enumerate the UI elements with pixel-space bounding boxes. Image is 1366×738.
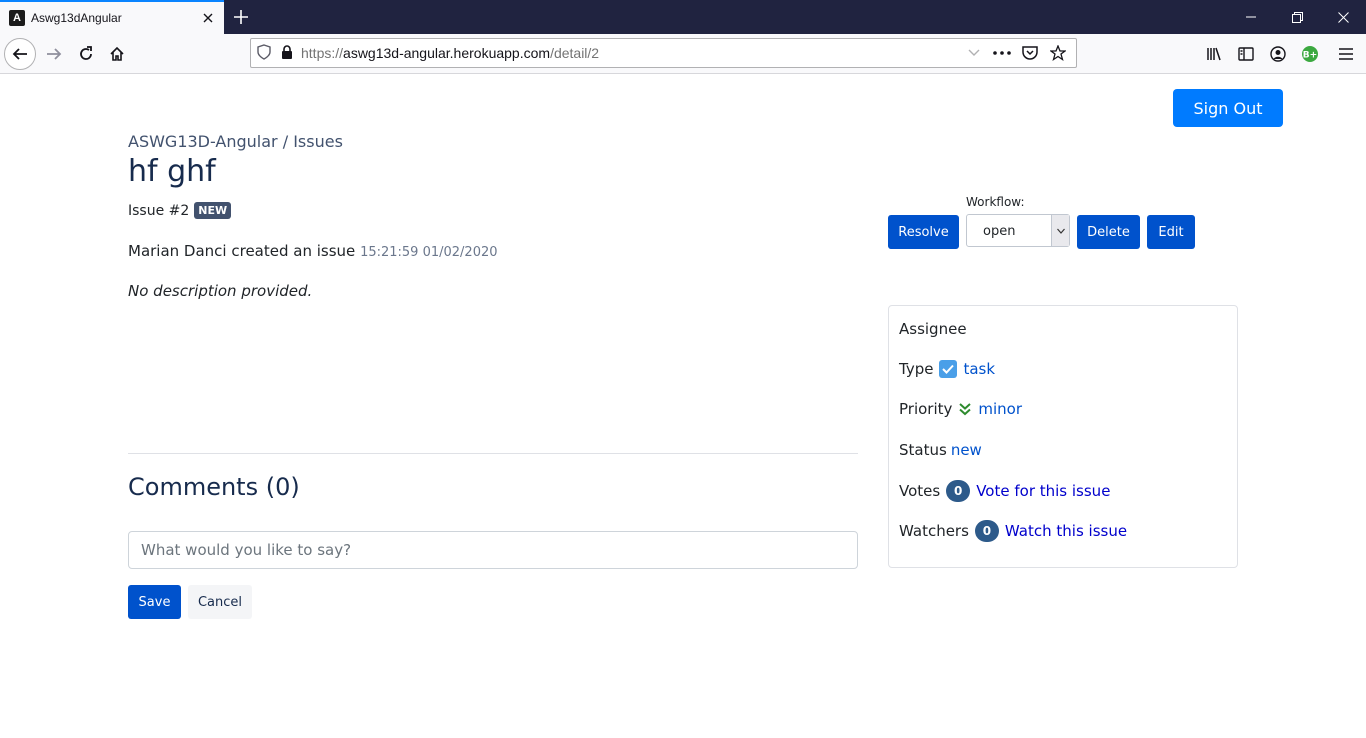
priority-link[interactable]: minor xyxy=(978,400,1022,418)
tab-title: Aswg13dAngular xyxy=(31,11,122,25)
created-by: Marian Danci created an issue xyxy=(128,242,356,260)
status-badge: NEW xyxy=(194,202,232,219)
assignee-label: Assignee xyxy=(899,320,967,338)
edit-button[interactable]: Edit xyxy=(1147,215,1195,249)
votes-label: Votes xyxy=(899,482,941,500)
priority-label: Priority xyxy=(899,400,953,418)
vote-link[interactable]: Vote for this issue xyxy=(976,482,1110,500)
watchers-count-badge: 0 xyxy=(974,520,999,542)
comments-title: Comments (0) xyxy=(128,473,300,501)
issue-details-panel: Assignee Type task Priority minor Status… xyxy=(888,305,1238,568)
issue-number-label: Issue #2 xyxy=(128,202,190,219)
account-icon[interactable] xyxy=(1262,38,1294,70)
restore-icon[interactable] xyxy=(1274,0,1320,34)
star-icon[interactable] xyxy=(1044,39,1072,67)
cancel-button[interactable]: Cancel xyxy=(188,585,252,619)
created-info: Marian Danci created an issue 15:21:59 0… xyxy=(128,242,498,260)
minimize-icon[interactable] xyxy=(1228,0,1274,34)
back-icon[interactable] xyxy=(4,38,36,70)
lock-icon[interactable] xyxy=(281,44,293,62)
workflow-select-value: open xyxy=(983,224,1016,239)
chevron-down-icon[interactable] xyxy=(960,39,988,67)
angular-favicon-icon: A xyxy=(9,10,25,26)
votes-row: Votes 0 Vote for this issue xyxy=(899,480,1110,502)
delete-button[interactable]: Delete xyxy=(1077,215,1140,249)
watchers-row: Watchers 0 Watch this issue xyxy=(899,520,1127,542)
close-tab-icon[interactable] xyxy=(198,8,218,28)
status-row: Status new xyxy=(899,441,982,459)
divider xyxy=(128,453,858,454)
type-link[interactable]: task xyxy=(963,360,995,378)
extension-icon[interactable]: B+ xyxy=(1294,38,1326,70)
sign-out-button[interactable]: Sign Out xyxy=(1173,89,1283,127)
issue-description: No description provided. xyxy=(128,282,313,300)
workflow-label: Workflow: xyxy=(966,195,1025,209)
close-window-icon[interactable] xyxy=(1320,0,1366,34)
page-title: hf ghf xyxy=(128,154,216,189)
url-text[interactable]: https://aswg13d-angular.herokuapp.com/de… xyxy=(301,45,599,61)
watchers-label: Watchers xyxy=(899,522,969,540)
menu-icon[interactable] xyxy=(1326,38,1366,70)
status-link[interactable]: new xyxy=(951,441,982,459)
page-content: Sign Out ASWG13D-Angular / Issues hf ghf… xyxy=(0,74,1366,738)
window-controls xyxy=(1228,0,1366,34)
reload-icon[interactable] xyxy=(70,38,102,70)
sidebar-icon[interactable] xyxy=(1230,38,1262,70)
breadcrumb[interactable]: ASWG13D-Angular / Issues xyxy=(128,132,343,151)
priority-minor-icon xyxy=(958,402,972,416)
workflow-select[interactable]: open xyxy=(966,214,1070,247)
new-tab-icon[interactable] xyxy=(230,6,252,28)
save-button[interactable]: Save xyxy=(128,585,181,619)
browser-navbar: https://aswg13d-angular.herokuapp.com/de… xyxy=(0,34,1366,74)
type-row: Type task xyxy=(899,360,995,378)
home-icon[interactable] xyxy=(101,38,133,70)
shield-icon[interactable] xyxy=(257,43,271,63)
issue-number: Issue #2 NEW xyxy=(128,202,232,219)
type-label: Type xyxy=(899,360,934,378)
resolve-button[interactable]: Resolve xyxy=(888,215,959,249)
chevron-down-icon xyxy=(1051,215,1069,246)
votes-count-badge: 0 xyxy=(946,480,971,502)
browser-tab[interactable]: A Aswg13dAngular xyxy=(0,0,224,34)
comment-input[interactable] xyxy=(128,531,858,569)
watch-link[interactable]: Watch this issue xyxy=(1005,522,1127,540)
svg-text:B+: B+ xyxy=(1303,51,1317,61)
url-bar[interactable]: https://aswg13d-angular.herokuapp.com/de… xyxy=(250,38,1077,68)
task-icon xyxy=(939,360,958,378)
pocket-icon[interactable] xyxy=(1016,39,1044,67)
priority-row: Priority minor xyxy=(899,400,1022,418)
assignee-row: Assignee xyxy=(899,320,967,338)
library-icon[interactable] xyxy=(1198,38,1230,70)
browser-titlebar: A Aswg13dAngular xyxy=(0,0,1366,34)
page-actions-icon[interactable] xyxy=(988,39,1016,67)
created-timestamp: 15:21:59 01/02/2020 xyxy=(360,245,498,260)
status-label: Status xyxy=(899,441,947,459)
forward-icon[interactable] xyxy=(38,38,70,70)
